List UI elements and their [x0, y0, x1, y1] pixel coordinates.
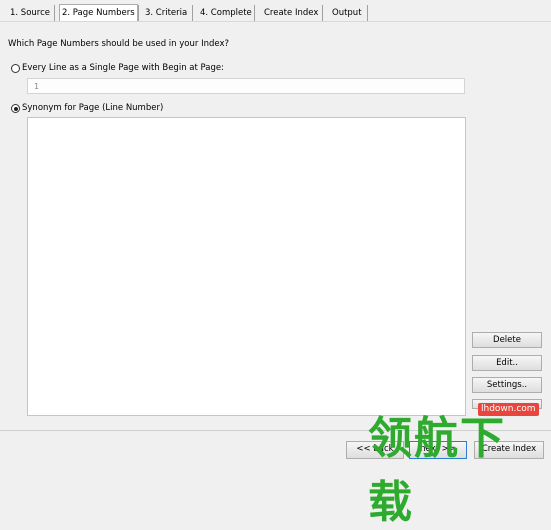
- radio-selected-dot: [13, 106, 18, 111]
- tab-source[interactable]: 1. Source: [8, 5, 52, 21]
- question-label: Which Page Numbers should be used in you…: [8, 39, 229, 49]
- tab-separator: [54, 5, 55, 21]
- edit-button[interactable]: Edit..: [472, 355, 542, 371]
- settings-button[interactable]: Settings..: [472, 377, 542, 393]
- synonym-radio[interactable]: [11, 104, 20, 113]
- tab-create-index[interactable]: Create Index: [262, 5, 320, 21]
- tab-separator: [192, 5, 193, 21]
- delete-button[interactable]: Delete: [472, 332, 542, 348]
- synonym-list[interactable]: [27, 117, 466, 416]
- every-line-label[interactable]: Every Line as a Single Page with Begin a…: [22, 63, 224, 73]
- tab-output[interactable]: Output: [330, 5, 364, 21]
- tab-page-numbers[interactable]: 2. Page Numbers: [59, 4, 138, 22]
- tab-separator: [138, 5, 139, 21]
- tab-separator: [367, 5, 368, 21]
- tab-divider: [0, 21, 551, 22]
- tab-criteria[interactable]: 3. Criteria: [143, 5, 189, 21]
- tab-separator: [322, 5, 323, 21]
- watermark-text: 领航下载: [368, 413, 506, 528]
- every-line-radio[interactable]: [11, 64, 20, 73]
- tab-separator: [254, 5, 255, 21]
- begin-page-field[interactable]: 1: [27, 78, 465, 94]
- tab-complete[interactable]: 4. Complete: [198, 5, 254, 21]
- synonym-label[interactable]: Synonym for Page (Line Number): [22, 103, 163, 113]
